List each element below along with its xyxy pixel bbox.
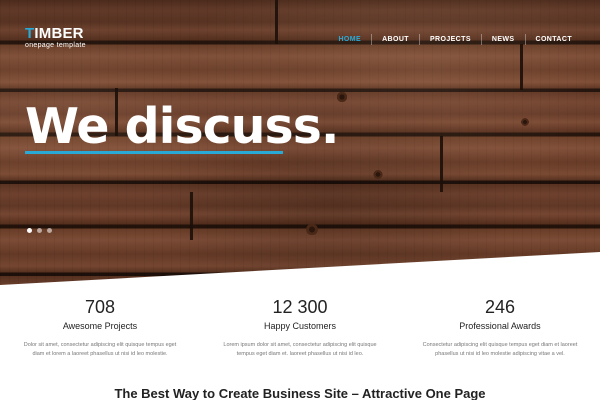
logo[interactable]: TIMBER onepage template (25, 26, 86, 49)
hero-section: TIMBER onepage template HOME ABOUT PROJE… (0, 0, 600, 285)
stat-title: Happy Customers (263, 321, 337, 331)
nav-item-contact[interactable]: CONTACT (524, 34, 583, 45)
main-nav: HOME ABOUT PROJECTS NEWS CONTACT (328, 34, 582, 45)
stat-projects: 708 Awesome Projects Dolor sit amet, con… (0, 296, 200, 359)
stat-number: 246 (484, 297, 516, 317)
logo-title-rest: IMBER (34, 25, 84, 42)
headline-underline (25, 151, 283, 154)
stat-description: Lorem ipsum dolor sit amet, consectetur … (223, 342, 377, 357)
nav-item-projects[interactable]: PROJECTS (418, 34, 481, 45)
stat-description: Consectetur adipiscing elit quisque temp… (422, 342, 578, 357)
stat-title: Professional Awards (459, 321, 541, 331)
stat-title: Awesome Projects (62, 321, 138, 331)
logo-subtitle: onepage template (25, 42, 86, 49)
stat-number: 708 (84, 297, 116, 317)
nav-item-news[interactable]: NEWS (480, 34, 525, 45)
stat-number: 12 300 (272, 297, 328, 317)
slider-dot-3[interactable] (47, 228, 52, 233)
slider-dot-2[interactable] (37, 228, 42, 233)
logo-title-accent: T (25, 25, 35, 42)
stat-description: Dolor sit amet, consectetur adipiscing e… (23, 342, 177, 357)
logo-title: TIMBER (25, 26, 86, 41)
stats-section: 708 Awesome Projects Dolor sit amet, con… (0, 296, 600, 359)
nav-item-about[interactable]: ABOUT (371, 34, 419, 45)
slider-dot-1[interactable] (27, 228, 32, 233)
slider-dots (27, 228, 52, 233)
hero-headline: We discuss. (25, 98, 340, 155)
nav-item-home[interactable]: HOME (328, 34, 371, 45)
stat-customers: 12 300 Happy Customers Lorem ipsum dolor… (200, 296, 400, 359)
stat-awards: 246 Professional Awards Consectetur adip… (400, 296, 600, 359)
section-title: The Best Way to Create Business Site – A… (114, 386, 486, 400)
